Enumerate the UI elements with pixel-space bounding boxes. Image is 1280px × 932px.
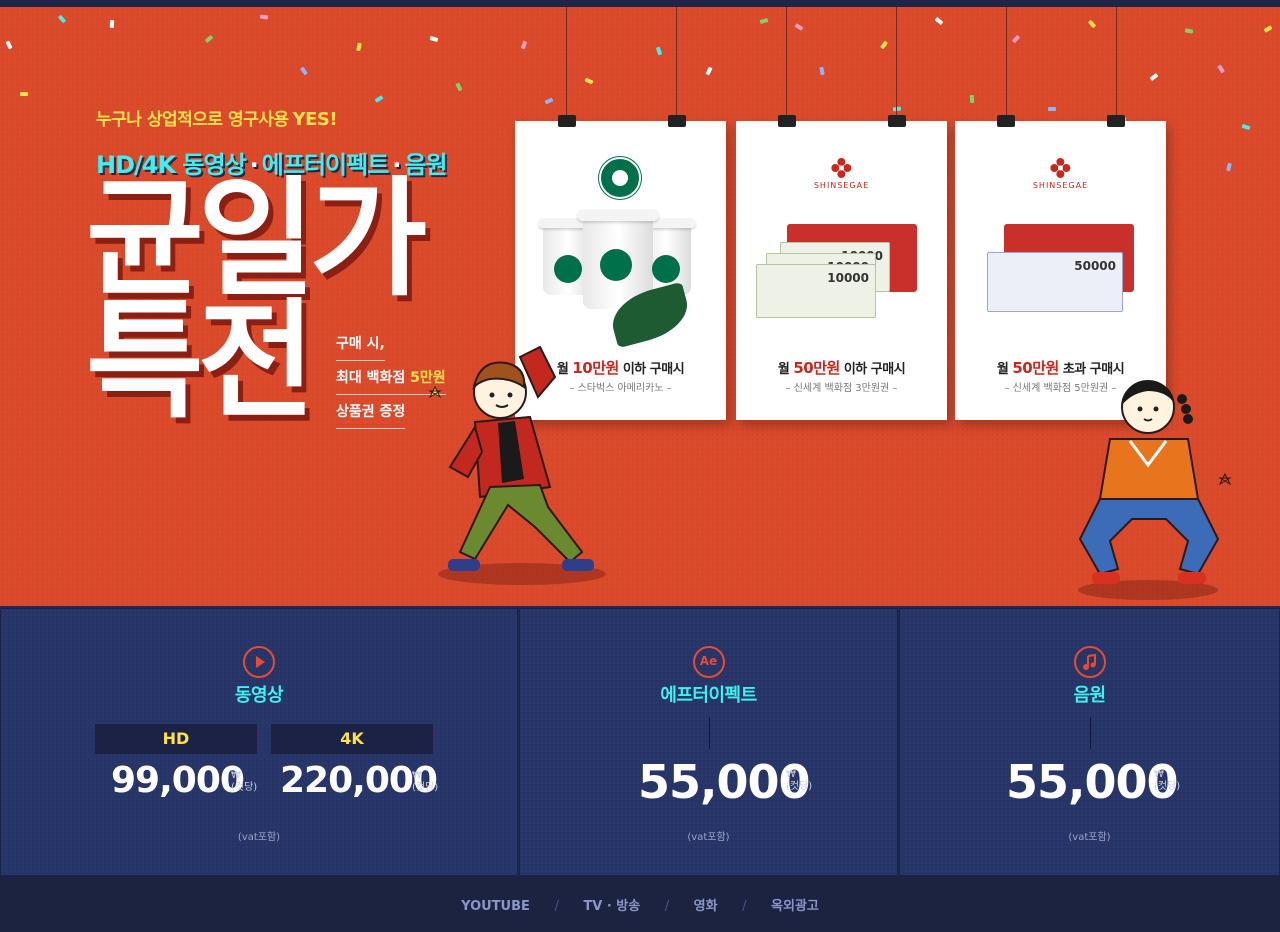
starbucks-logo-icon bbox=[599, 157, 641, 199]
unit-label: (컷당) bbox=[786, 781, 813, 792]
starbucks-badge-icon bbox=[652, 255, 680, 283]
4k-price: 220,000 ₩ (컷당) bbox=[280, 760, 438, 801]
hero-banner: 누구나 상업적으로 영구사용 YES! HD/4K 동영상 · 에프터이펙트 · 음원 균… bbox=[0, 7, 1280, 606]
music-price-value: 55,000 bbox=[1006, 755, 1179, 809]
card-caption: 월 50만원 이하 구매시 bbox=[736, 357, 947, 378]
hanging-string bbox=[1006, 7, 1007, 121]
vat-note: (vat포함) bbox=[687, 832, 730, 843]
nav-separator: / bbox=[554, 899, 559, 914]
coffee-cup-lid bbox=[577, 209, 659, 221]
music-title: 음원 bbox=[1073, 685, 1106, 706]
hanging-string bbox=[566, 7, 567, 121]
caption-pre: 월 bbox=[996, 362, 1013, 377]
gift-voucher: 50000 bbox=[987, 252, 1123, 312]
category-nav: YOUTUBE / TV · 방송 / 영화 / 옥외광고 bbox=[0, 895, 1280, 914]
nav-tv[interactable]: TV · 방송 bbox=[583, 895, 640, 914]
caption-post: 이하 구매시 bbox=[839, 362, 906, 377]
nav-outdoor[interactable]: 옥외광고 bbox=[771, 895, 819, 914]
ae-title: 에프터이펙트 bbox=[660, 685, 757, 706]
voucher-value: 50000 bbox=[1074, 259, 1116, 273]
currency-symbol: ₩ bbox=[1154, 769, 1164, 780]
divider-line bbox=[1089, 717, 1091, 749]
promo-line1: 구매 시, bbox=[336, 329, 385, 361]
price-section: 동영상 HD 4K 99,000 ₩ (컷당) 220,000 ₩ (컷당) (va… bbox=[0, 606, 1280, 876]
price-panel-video: 동영상 HD 4K 99,000 ₩ (컷당) 220,000 ₩ (컷당) (va… bbox=[0, 608, 518, 876]
hanging-string bbox=[786, 7, 787, 121]
shinsegae-logo: SHINSEGAE bbox=[1033, 157, 1088, 190]
slogan: 누구나 상업적으로 영구사용 YES! bbox=[96, 105, 338, 130]
nav-separator: / bbox=[742, 899, 747, 914]
currency-symbol: ₩ bbox=[231, 770, 241, 781]
divider-line bbox=[708, 717, 710, 749]
unit-label: (컷당) bbox=[412, 782, 439, 793]
binder-clip-icon bbox=[1107, 115, 1125, 127]
after-effects-icon: Ae bbox=[692, 646, 725, 678]
confetti-piece bbox=[20, 92, 28, 96]
confetti-piece bbox=[1047, 106, 1057, 112]
currency-symbol: ₩ bbox=[786, 769, 796, 780]
nav-separator: / bbox=[664, 899, 670, 914]
caption-amount: 50만원 bbox=[1012, 359, 1059, 377]
price-panel-music: 음원 55,000 ₩ (컷당) (vat포함) bbox=[899, 608, 1280, 876]
vat-note: (vat포함) bbox=[237, 832, 281, 843]
hd-price-value: 99,000 bbox=[111, 760, 245, 801]
vat-note: (vat포함) bbox=[1068, 832, 1111, 843]
confetti-piece bbox=[969, 94, 975, 104]
shinsegae-wordmark: SHINSEGAE bbox=[813, 181, 870, 190]
price-panel-ae: Ae 에프터이펙트 55,000 ₩ (컷당) (vat포함) bbox=[519, 608, 898, 876]
promo-line3: 상품권 증정 bbox=[336, 397, 406, 429]
currency-symbol: ₩ bbox=[412, 770, 422, 781]
shinsegae-flower-icon bbox=[830, 157, 852, 179]
caption-amount: 50만원 bbox=[793, 359, 840, 377]
promo-line2-text: 최대 백화점 bbox=[336, 370, 411, 386]
top-bar bbox=[0, 0, 1280, 7]
shinsegae-wordmark: SHINSEGAE bbox=[1032, 181, 1089, 190]
dancing-boy-illustration bbox=[428, 345, 594, 571]
caption-post: 이하 구매시 bbox=[618, 362, 685, 377]
hanging-string bbox=[1116, 7, 1117, 121]
unit-label: (컷당) bbox=[1154, 781, 1181, 792]
binder-clip-icon bbox=[888, 115, 906, 127]
squatting-girl-illustration bbox=[1078, 380, 1232, 584]
price-unit: ₩ (컷당) bbox=[1154, 769, 1180, 793]
shinsegae-logo: SHINSEGAE bbox=[814, 157, 869, 190]
nav-youtube[interactable]: YOUTUBE bbox=[461, 899, 530, 914]
gift-voucher: 10000 bbox=[756, 264, 876, 318]
voucher-value: 10000 bbox=[827, 271, 869, 285]
binder-clip-icon bbox=[997, 115, 1015, 127]
price-unit: ₩ (컷당) bbox=[231, 770, 257, 794]
nav-movie[interactable]: 영화 bbox=[694, 895, 718, 914]
starbucks-badge-icon bbox=[600, 249, 632, 281]
ae-icon-text: Ae bbox=[699, 654, 718, 668]
ae-price-value: 55,000 bbox=[638, 755, 811, 809]
play-icon bbox=[243, 646, 275, 678]
hanging-string bbox=[896, 7, 897, 121]
music-note-icon bbox=[1073, 646, 1106, 678]
confetti-piece bbox=[109, 19, 115, 29]
price-unit: ₩ (컷당) bbox=[786, 769, 812, 793]
slogan-yes: YES! bbox=[292, 109, 338, 130]
card-subtext: – 신세계 백화점 3만원권 – bbox=[785, 383, 898, 394]
hd-price: 99,000 ₩ (컷당) bbox=[111, 760, 257, 801]
binder-clip-icon bbox=[558, 115, 576, 127]
price-unit: ₩ (컷당) bbox=[412, 770, 438, 794]
shinsegae-flower-icon bbox=[1049, 157, 1071, 179]
hd-tag: HD bbox=[95, 724, 257, 754]
unit-label: (컷당) bbox=[231, 782, 258, 793]
hanging-string bbox=[676, 7, 677, 121]
gift-card-shinsegae-30000[interactable]: SHINSEGAE 10000 10000 10000 월 50만원 이하 구매… bbox=[736, 121, 947, 420]
binder-clip-icon bbox=[778, 115, 796, 127]
ae-price: 55,000 ₩ (컷당) bbox=[638, 755, 812, 809]
music-price: 55,000 ₩ (컷당) bbox=[1006, 755, 1180, 809]
video-title: 동영상 bbox=[234, 685, 284, 706]
binder-clip-icon bbox=[668, 115, 686, 127]
caption-pre: 월 bbox=[777, 362, 794, 377]
slogan-text: 누구나 상업적으로 영구사용 bbox=[96, 110, 289, 130]
footer: YOUTUBE / TV · 방송 / 영화 / 옥외광고 bbox=[0, 876, 1280, 932]
4k-tag: 4K bbox=[271, 724, 433, 754]
starbucks-badge-icon bbox=[554, 255, 582, 283]
